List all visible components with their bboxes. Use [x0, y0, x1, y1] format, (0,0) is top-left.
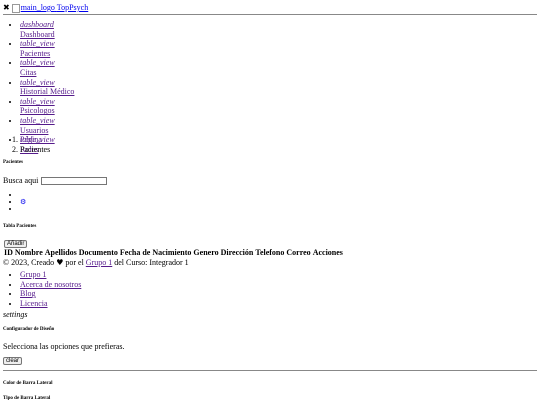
- col-acciones: Acciones: [312, 248, 343, 257]
- dashboard-icon[interactable]: dashboard: [20, 20, 74, 30]
- col-telefono: Telefono: [255, 248, 285, 257]
- config-title: Configurador de Diseño: [3, 327, 55, 332]
- col-fecha: Fecha de Nacimiento: [119, 248, 192, 257]
- footer-link-about[interactable]: Acerca de nosotros: [20, 280, 81, 289]
- table-view-icon[interactable]: table_view: [20, 39, 74, 49]
- col-id: ID: [4, 248, 13, 257]
- copyright-text: © 2023, Creado: [3, 258, 55, 267]
- config-description: Selecciona las opciones que prefieras.: [3, 342, 125, 351]
- group-link[interactable]: Grupo 1: [86, 258, 112, 267]
- breadcrumb-link[interactable]: Página: [20, 135, 42, 144]
- table-view-icon[interactable]: table_view: [20, 97, 74, 107]
- footer-link-item[interactable]: Grupo 1: [20, 270, 81, 280]
- breadcrumb-item-current: Pacientes: [20, 145, 50, 155]
- logo-alt: main_logo: [20, 3, 55, 12]
- navbar-item-empty[interactable]: [20, 190, 26, 197]
- sidebar-item-label[interactable]: Citas: [20, 68, 74, 78]
- divider: [3, 370, 537, 371]
- footer-link-license[interactable]: Licencia: [20, 299, 48, 308]
- sidebar-type-heading: Tipo de Barra Lateral: [3, 396, 51, 401]
- breadcrumb: Página Pacientes: [0, 135, 50, 154]
- search-box: Busca aqui: [3, 176, 108, 186]
- col-nombre: Nombre: [14, 248, 43, 257]
- search-input[interactable]: [41, 176, 108, 185]
- footer-link-item[interactable]: Blog: [20, 289, 81, 299]
- sidebar-item-usuarios[interactable]: table_viewUsuarios: [20, 116, 74, 135]
- search-label: Busca aqui: [3, 176, 39, 185]
- sidebar-item-historial[interactable]: table_viewHistorial Médico: [20, 78, 74, 97]
- top-bar: ✖ main_logo TopPsych: [3, 3, 88, 13]
- col-apellidos: Apellidos: [44, 248, 77, 257]
- footer-copyright: © 2023, Creado ♥ por el Grupo 1 del Curs…: [3, 258, 189, 268]
- table-view-icon[interactable]: table_view: [20, 58, 74, 68]
- sidebar-item-label[interactable]: Usuarios: [20, 126, 74, 136]
- sidebar-item-label[interactable]: Psicologos: [20, 106, 74, 116]
- table-view-icon[interactable]: table_view: [20, 78, 74, 88]
- sidebar-item-citas[interactable]: table_viewCitas: [20, 58, 74, 77]
- navbar-item-settings[interactable]: ⚙: [20, 197, 26, 206]
- gear-icon[interactable]: ⚙: [20, 198, 26, 206]
- close-icon[interactable]: ✖: [3, 3, 10, 13]
- divider: [3, 14, 537, 15]
- navbar-icons: ⚙: [0, 190, 26, 211]
- course-text: del Curso: Integrador 1: [114, 258, 189, 267]
- brand-link[interactable]: main_logo TopPsych: [11, 3, 89, 13]
- clear-button[interactable]: clear: [3, 357, 23, 365]
- patients-table: ID Nombre Apellidos Documento Fecha de N…: [3, 248, 344, 258]
- footer-links: Grupo 1 Acerca de nosotros Blog Licencia: [0, 270, 81, 308]
- brand-name: TopPsych: [56, 3, 89, 12]
- heart-icon: ♥: [56, 258, 64, 267]
- by-text: por el: [65, 258, 84, 267]
- page-title: Pacientes: [3, 160, 23, 165]
- sidebar-item-dashboard[interactable]: dashboardDashboard: [20, 20, 74, 39]
- col-direccion: Dirección: [220, 248, 254, 257]
- footer-link-grupo[interactable]: Grupo 1: [20, 270, 46, 279]
- table-header-row: ID Nombre Apellidos Documento Fecha de N…: [3, 248, 344, 258]
- sidebar-item-label[interactable]: Historial Médico: [20, 87, 74, 97]
- sidebar-item-label[interactable]: Dashboard: [20, 30, 74, 40]
- col-genero: Genero: [193, 248, 219, 257]
- footer-link-blog[interactable]: Blog: [20, 289, 36, 298]
- sidebar-color-heading: Color de Barra Lateral: [3, 381, 53, 386]
- footer-link-item[interactable]: Acerca de nosotros: [20, 280, 81, 290]
- add-patient-button[interactable]: Añadir: [4, 240, 28, 248]
- settings-icon[interactable]: settings: [3, 310, 27, 320]
- col-correo: Correo: [286, 248, 311, 257]
- sidebar-item-psicologos[interactable]: table_viewPsicologos: [20, 97, 74, 116]
- col-documento: Documento: [78, 248, 118, 257]
- sidebar-item-label[interactable]: Pacientes: [20, 49, 74, 59]
- footer-link-item[interactable]: Licencia: [20, 299, 81, 309]
- sidebar-item-pacientes[interactable]: table_viewPacientes: [20, 39, 74, 58]
- table-view-icon[interactable]: table_view: [20, 116, 74, 126]
- table-title: Tabla Pacientes: [3, 224, 37, 229]
- logo-image: [11, 3, 20, 13]
- breadcrumb-item-pagina[interactable]: Página: [20, 135, 50, 145]
